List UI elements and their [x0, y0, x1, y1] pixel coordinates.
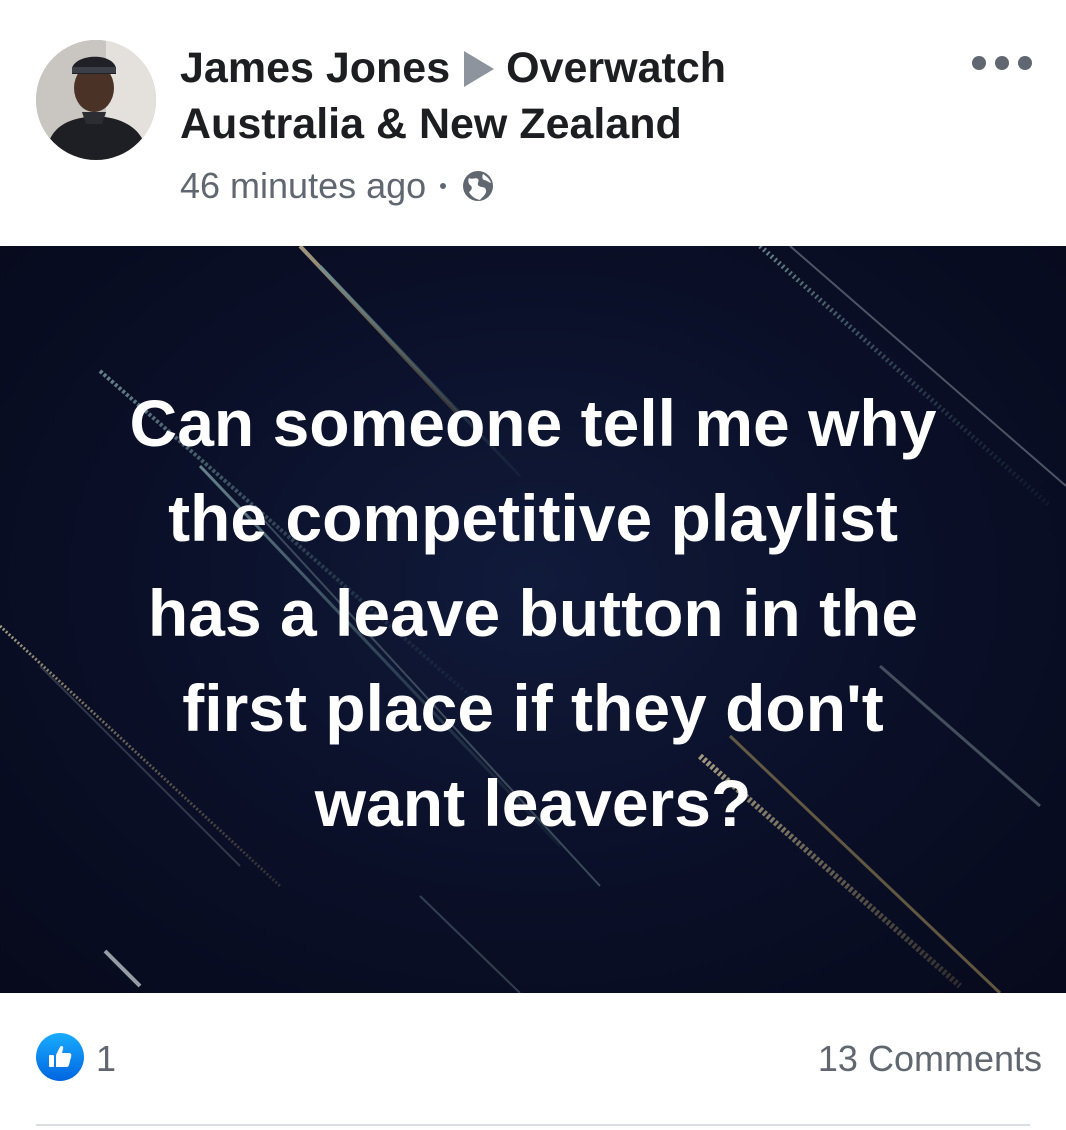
like-count[interactable]: 1 — [96, 1037, 116, 1081]
footer-divider — [36, 1124, 1030, 1126]
post-timestamp[interactable]: 46 minutes ago — [180, 164, 426, 208]
post-image-text: Can someone tell me why the competitive … — [129, 386, 937, 840]
author-name[interactable]: James Jones — [180, 44, 450, 92]
post-author-line: James Jones Overwatch Australia & New Zea… — [180, 40, 880, 152]
meta-separator-dot — [440, 183, 447, 189]
post-footer: 1 13 Comments — [0, 993, 1066, 1130]
post-meta: 46 minutes ago — [180, 164, 496, 208]
like-icon[interactable] — [36, 1033, 84, 1081]
post-header: James Jones Overwatch Australia & New Zea… — [0, 0, 1066, 246]
avatar[interactable] — [36, 40, 156, 160]
shared-to-arrow-icon — [464, 51, 495, 87]
more-dot — [1018, 56, 1032, 70]
more-dot — [995, 56, 1009, 70]
comments-count[interactable]: 13 Comments — [818, 1037, 1042, 1081]
globe-icon — [460, 168, 496, 204]
more-dot — [972, 56, 986, 70]
post-image[interactable]: Can someone tell me why the competitive … — [0, 246, 1066, 993]
more-options-icon[interactable] — [972, 48, 1032, 78]
